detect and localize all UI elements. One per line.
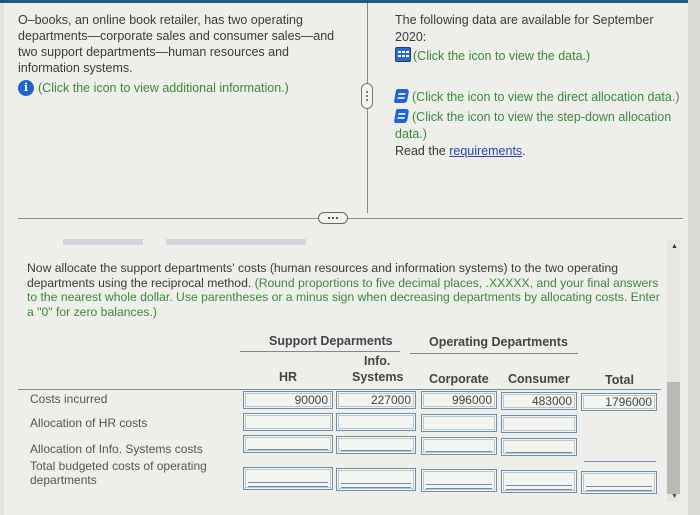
vertical-splitter-handle[interactable]: [361, 83, 373, 109]
horizontal-splitter[interactable]: [18, 218, 683, 219]
direct-allocation-link[interactable]: (Click the icon to view the direct alloc…: [393, 89, 685, 106]
input-total-total[interactable]: [581, 471, 657, 494]
left-edge: [0, 3, 4, 515]
spreadsheet-icon[interactable]: [395, 47, 411, 62]
instructions: Now allocate the support departments' co…: [27, 261, 667, 319]
col-header-consumer: Consumer: [508, 372, 570, 386]
horizontal-splitter-handle[interactable]: [318, 212, 348, 224]
requirements-link[interactable]: requirements: [449, 144, 522, 158]
operating-header-underline: [410, 353, 578, 354]
input-info-alloc-corporate[interactable]: [421, 437, 497, 455]
input-total-info[interactable]: [336, 468, 416, 491]
additional-info-link[interactable]: i (Click the icon to view additional inf…: [18, 80, 348, 96]
stepdown-allocation-link[interactable]: (Click the icon to view the step-down al…: [393, 109, 685, 143]
operating-departments-header: Operating Departments: [429, 335, 568, 349]
placeholder-bar: [166, 239, 306, 245]
cell-costs-hr[interactable]: 90000: [243, 391, 333, 409]
additional-info-label[interactable]: (Click the icon to view additional infor…: [38, 80, 289, 96]
input-total-hr[interactable]: [243, 467, 333, 490]
header-divider: [18, 389, 661, 390]
row-label-costs-incurred: Costs incurred: [30, 392, 108, 406]
support-departments-header: Support Deparments: [269, 334, 393, 348]
right-edge: [688, 0, 700, 515]
col-header-corporate: Corporate: [429, 372, 489, 386]
book-icon[interactable]: [393, 109, 410, 123]
col-header-info-line1: Info.: [364, 354, 391, 368]
cell-costs-info[interactable]: 227000: [336, 391, 416, 409]
total-subtotal-line: [584, 461, 656, 462]
book-icon[interactable]: [393, 89, 410, 103]
cell-costs-consumer[interactable]: 483000: [501, 392, 577, 410]
col-header-info-line2: Systems: [352, 370, 404, 384]
data-link[interactable]: (Click the icon to view the data.): [395, 47, 685, 65]
data-link-label[interactable]: (Click the icon to view the data.): [413, 49, 590, 63]
placeholder-bar: [63, 239, 143, 245]
input-hr-alloc-corporate[interactable]: [421, 414, 497, 432]
window-top-bar: [0, 0, 700, 3]
read-suffix: .: [522, 144, 526, 158]
support-header-underline: [240, 351, 400, 352]
scroll-down-arrow-icon[interactable]: ▼: [671, 493, 678, 500]
input-hr-alloc-hr[interactable]: [243, 413, 333, 431]
direct-allocation-label[interactable]: (Click the icon to view the direct alloc…: [412, 90, 680, 104]
input-total-corporate[interactable]: [421, 469, 497, 492]
input-total-consumer[interactable]: [501, 470, 577, 493]
col-header-total: Total: [605, 373, 634, 387]
intro-text: O–books, an online book retailer, has tw…: [18, 13, 335, 75]
input-hr-alloc-info[interactable]: [336, 413, 416, 431]
row-label-allocation-info: Allocation of Info. Systems costs: [30, 442, 203, 456]
read-prefix: Read the: [395, 144, 450, 158]
info-icon[interactable]: i: [18, 80, 34, 96]
row-label-total-budgeted: Total budgeted costs of operating depart…: [30, 459, 207, 487]
col-header-hr: HR: [279, 370, 298, 384]
scroll-up-arrow-icon[interactable]: ▲: [671, 243, 678, 250]
cell-costs-total[interactable]: 1796000: [581, 393, 657, 411]
scrollbar-thumb[interactable]: [667, 382, 680, 494]
data-heading: The following data are available for Sep…: [395, 13, 654, 44]
intro-pane: O–books, an online book retailer, has tw…: [18, 12, 348, 96]
input-hr-alloc-consumer[interactable]: [501, 415, 577, 433]
input-info-alloc-info[interactable]: [336, 436, 416, 454]
read-requirements: Read the requirements.: [395, 143, 685, 160]
data-pane: The following data are available for Sep…: [393, 12, 685, 160]
stepdown-allocation-label[interactable]: (Click the icon to view the step-down al…: [395, 110, 671, 141]
input-info-alloc-hr[interactable]: [243, 435, 333, 453]
cell-costs-corporate[interactable]: 996000: [421, 391, 497, 409]
row-label-allocation-hr: Allocation of HR costs: [30, 416, 148, 430]
input-info-alloc-consumer[interactable]: [501, 438, 577, 456]
